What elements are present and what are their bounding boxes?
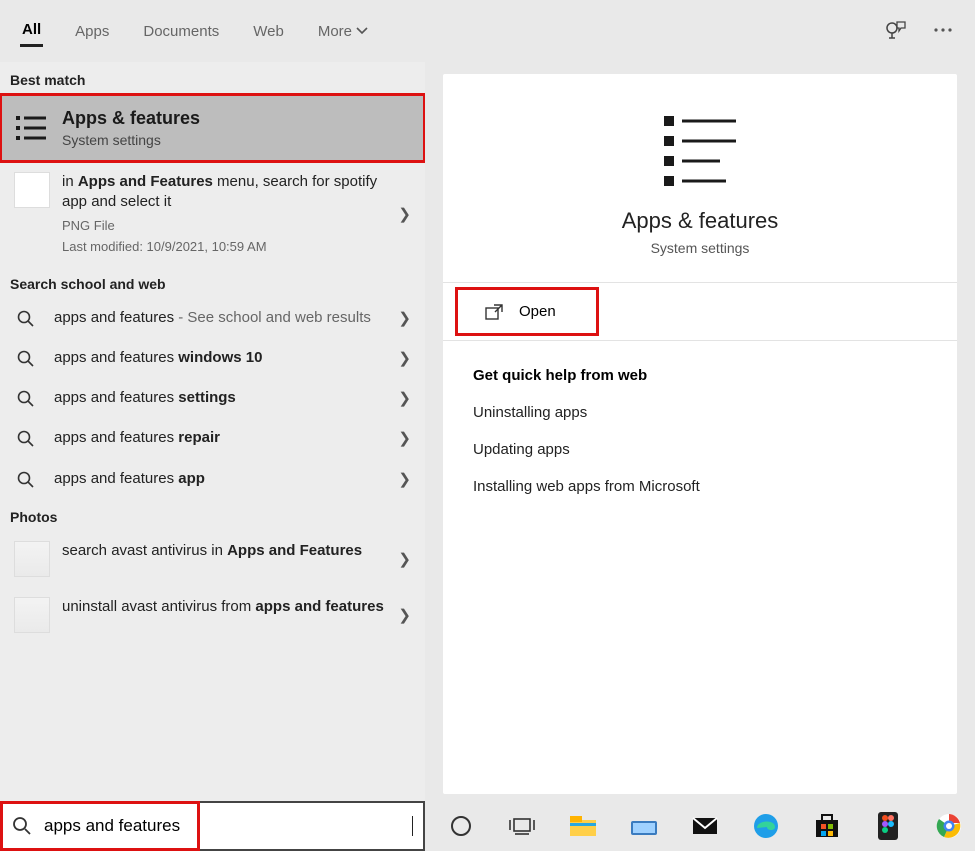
open-link-icon: [485, 304, 503, 320]
edge-browser-icon[interactable]: [752, 812, 780, 840]
help-link[interactable]: Installing web apps from Microsoft: [443, 468, 957, 505]
scope-tabbar: All Apps Documents Web More: [0, 0, 975, 62]
tab-more[interactable]: More: [316, 17, 370, 46]
photo-thumbnail-icon: [14, 541, 50, 577]
search-icon: [12, 816, 32, 836]
png-thumbnail-icon: [14, 172, 50, 208]
file-modified-label: Last modified: 10/9/2021, 10:59 AM: [62, 238, 387, 256]
tab-documents[interactable]: Documents: [141, 17, 221, 46]
tab-apps[interactable]: Apps: [73, 17, 111, 46]
web-result[interactable]: apps and features app ❯: [0, 459, 425, 499]
chevron-right-icon: ❯: [398, 205, 411, 223]
section-search-web: Search school and web: [0, 266, 425, 298]
chevron-down-icon: [356, 27, 368, 35]
apps-features-hero-icon: [658, 108, 742, 188]
tab-web[interactable]: Web: [251, 17, 286, 46]
chevron-right-icon: ❯: [398, 389, 411, 407]
apps-features-list-icon: [14, 110, 50, 146]
help-header: Get quick help from web: [443, 341, 957, 394]
best-match-subtitle: System settings: [62, 132, 200, 148]
file-type-label: PNG File: [62, 217, 387, 235]
search-icon: [17, 390, 35, 408]
detail-panel: Apps & features System settings Open Get…: [425, 62, 975, 801]
section-best-match: Best match: [0, 62, 425, 94]
figma-icon[interactable]: [874, 812, 902, 840]
search-icon: [17, 430, 35, 448]
mail-icon[interactable]: [691, 812, 719, 840]
search-icon: [17, 471, 35, 489]
onscreen-keyboard-icon[interactable]: [630, 812, 658, 840]
help-link[interactable]: Uninstalling apps: [443, 394, 957, 431]
chevron-right-icon: ❯: [398, 550, 411, 568]
web-result[interactable]: apps and features windows 10 ❯: [0, 338, 425, 378]
search-icon: [17, 310, 35, 328]
chevron-right-icon: ❯: [398, 606, 411, 624]
more-options-icon[interactable]: [933, 27, 953, 33]
search-box[interactable]: [0, 801, 425, 851]
best-match-title: Apps & features: [62, 108, 200, 129]
web-result[interactable]: apps and features - See school and web r…: [0, 298, 425, 338]
web-result[interactable]: apps and features settings ❯: [0, 378, 425, 418]
bottom-bar: [0, 801, 975, 851]
task-view-icon[interactable]: [508, 812, 536, 840]
search-icon: [17, 350, 35, 368]
open-button[interactable]: Open: [457, 289, 597, 334]
photo-result[interactable]: search avast antivirus in Apps and Featu…: [0, 531, 425, 587]
file-result[interactable]: in Apps and Features menu, search for sp…: [0, 162, 425, 266]
photo-result[interactable]: uninstall avast antivirus from apps and …: [0, 587, 425, 643]
microsoft-store-icon[interactable]: [813, 812, 841, 840]
detail-title: Apps & features: [622, 208, 779, 234]
detail-subtitle: System settings: [651, 240, 750, 256]
chrome-icon[interactable]: [935, 812, 963, 840]
help-link[interactable]: Updating apps: [443, 431, 957, 468]
section-photos: Photos: [0, 499, 425, 531]
chevron-right-icon: ❯: [398, 429, 411, 447]
text-caret: [412, 816, 413, 836]
file-explorer-icon[interactable]: [569, 812, 597, 840]
results-panel: Best match Apps & features System settin…: [0, 62, 425, 801]
search-input[interactable]: [42, 815, 412, 837]
best-match-result[interactable]: Apps & features System settings: [0, 94, 425, 162]
chevron-right-icon: ❯: [398, 309, 411, 327]
feedback-icon[interactable]: [885, 20, 907, 40]
chevron-right-icon: ❯: [398, 470, 411, 488]
tab-all[interactable]: All: [20, 15, 43, 47]
cortana-icon[interactable]: [447, 812, 475, 840]
taskbar: [425, 801, 975, 851]
photo-thumbnail-icon: [14, 597, 50, 633]
chevron-right-icon: ❯: [398, 349, 411, 367]
web-result[interactable]: apps and features repair ❯: [0, 418, 425, 458]
